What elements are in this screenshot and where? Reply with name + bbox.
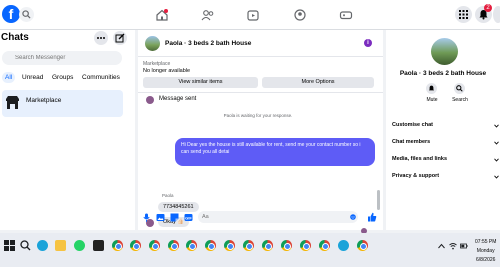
clock-day: Monday bbox=[476, 248, 495, 254]
chevron-down-icon[interactable] bbox=[494, 175, 499, 179]
svg-text:GIF: GIF bbox=[185, 216, 192, 221]
customise-chat-section[interactable]: Customise chat bbox=[392, 122, 433, 128]
chrome-icon[interactable] bbox=[168, 240, 179, 251]
chrome-icon[interactable] bbox=[243, 240, 254, 251]
top-navigation-bar: f 2 bbox=[0, 0, 500, 30]
wifi-icon[interactable] bbox=[449, 242, 457, 250]
conversation-header: Paola · 3 beds 2 bath House i bbox=[138, 30, 383, 57]
app-icon[interactable] bbox=[93, 240, 104, 251]
scrollbar-thumb[interactable] bbox=[377, 190, 380, 210]
windows-start-icon[interactable] bbox=[4, 240, 15, 251]
chevron-down-icon[interactable] bbox=[494, 158, 499, 162]
chat-members-section[interactable]: Chat members bbox=[392, 139, 430, 145]
chats-title: Chats bbox=[1, 32, 29, 43]
watch-icon[interactable] bbox=[246, 9, 260, 21]
chrome-icon[interactable] bbox=[205, 240, 216, 251]
chrome-icon[interactable] bbox=[262, 240, 273, 251]
thumbs-up-icon[interactable] bbox=[367, 212, 377, 222]
search-icon[interactable] bbox=[20, 240, 31, 251]
filter-all[interactable]: All bbox=[2, 72, 16, 83]
divider bbox=[138, 92, 383, 93]
search-conversation-button[interactable] bbox=[454, 83, 465, 94]
chevron-down-icon[interactable] bbox=[494, 141, 499, 145]
gaming-icon[interactable] bbox=[339, 9, 353, 21]
new-message-button[interactable] bbox=[113, 31, 127, 45]
edge-browser-icon[interactable] bbox=[338, 240, 349, 251]
chrome-icon[interactable] bbox=[130, 240, 141, 251]
filter-communities[interactable]: Communities bbox=[82, 74, 120, 81]
marketplace-store-icon bbox=[6, 96, 19, 109]
search-icon bbox=[22, 10, 31, 19]
facebook-logo[interactable]: f bbox=[2, 5, 20, 23]
conversation-panel: Paola · 3 beds 2 bath House i Marketplac… bbox=[138, 30, 383, 234]
chrome-icon[interactable] bbox=[319, 240, 330, 251]
microphone-icon[interactable] bbox=[143, 213, 150, 222]
chat-details-panel: Paola · 3 beds 2 bath House Mute Search … bbox=[386, 30, 500, 230]
file-explorer-icon[interactable] bbox=[55, 240, 66, 251]
chrome-icon[interactable] bbox=[149, 240, 160, 251]
sticker-icon[interactable] bbox=[170, 213, 179, 222]
filter-groups[interactable]: Groups bbox=[52, 74, 73, 81]
marketplace-chat-item[interactable]: Marketplace bbox=[2, 90, 123, 117]
home-notification-dot bbox=[164, 9, 168, 13]
chevron-down-icon[interactable] bbox=[494, 124, 499, 128]
marketplace-caption: Marketplace bbox=[143, 61, 171, 67]
listing-profile-photo[interactable] bbox=[431, 38, 458, 65]
outgoing-message-bubble[interactable]: Hi Dear yes the house is still available… bbox=[175, 138, 375, 166]
privacy-support-section[interactable]: Privacy & support bbox=[392, 173, 439, 179]
sender-name: Paola bbox=[162, 193, 174, 198]
notification-badge: 2 bbox=[484, 4, 492, 12]
mute-button[interactable] bbox=[426, 83, 437, 94]
search-button[interactable] bbox=[19, 7, 34, 22]
message-input[interactable] bbox=[198, 211, 358, 223]
incoming-message-bubble[interactable]: 7734845261 bbox=[158, 202, 199, 212]
search-icon bbox=[456, 85, 463, 92]
chat-options-button[interactable] bbox=[94, 31, 108, 45]
search-messenger-input[interactable] bbox=[2, 51, 122, 65]
chevron-up-icon[interactable] bbox=[438, 243, 445, 249]
conversation-title[interactable]: Paola · 3 beds 2 bath House bbox=[165, 40, 251, 47]
media-files-links-section[interactable]: Media, files and links bbox=[392, 156, 447, 162]
mute-label: Mute bbox=[426, 97, 438, 103]
grid-menu-icon bbox=[459, 10, 468, 19]
listing-avatar[interactable] bbox=[145, 36, 160, 51]
view-similar-items-button[interactable]: View similar items bbox=[143, 77, 258, 88]
emoji-icon[interactable] bbox=[350, 214, 356, 220]
chrome-icon[interactable] bbox=[357, 240, 368, 251]
waiting-response-text: Paola is waiting for your response. bbox=[223, 113, 293, 118]
chrome-icon[interactable] bbox=[186, 240, 197, 251]
marketplace-label: Marketplace bbox=[26, 97, 62, 104]
clock-time: 07:55 PM bbox=[475, 239, 497, 245]
details-title: Paola · 3 beds 2 bath House bbox=[399, 70, 487, 77]
gif-icon[interactable]: GIF bbox=[184, 213, 193, 222]
account-avatar[interactable] bbox=[493, 6, 500, 23]
more-options-button[interactable]: More Options bbox=[262, 77, 374, 88]
clock-date: 6/8/2026 bbox=[475, 257, 496, 263]
more-dots-icon bbox=[97, 37, 105, 39]
chats-panel: Chats All Unread Groups Communities Mark… bbox=[0, 30, 135, 230]
gallery-icon[interactable] bbox=[156, 213, 165, 222]
chrome-icon[interactable] bbox=[281, 240, 292, 251]
sender-avatar bbox=[146, 96, 154, 104]
profile-icon[interactable] bbox=[293, 9, 307, 21]
friends-icon[interactable] bbox=[201, 9, 215, 21]
filter-unread[interactable]: Unread bbox=[22, 74, 43, 81]
edge-browser-icon[interactable] bbox=[37, 240, 48, 251]
compose-icon bbox=[115, 33, 125, 43]
chrome-icon[interactable] bbox=[300, 240, 311, 251]
taskbar: 07:55 PM Monday 6/8/2026 bbox=[0, 233, 500, 267]
menu-button[interactable] bbox=[455, 6, 472, 23]
search-label: Search bbox=[452, 97, 468, 103]
chrome-icon[interactable] bbox=[224, 240, 235, 251]
battery-icon[interactable] bbox=[460, 242, 468, 250]
chrome-icon[interactable] bbox=[112, 240, 123, 251]
system-clock[interactable]: 07:55 PM Monday 6/8/2026 bbox=[475, 239, 496, 263]
info-icon[interactable]: i bbox=[364, 39, 372, 47]
whatsapp-icon[interactable] bbox=[74, 240, 85, 251]
message-sent-text: Message sent bbox=[159, 96, 197, 102]
listing-availability: No longer available bbox=[143, 68, 191, 74]
bell-icon bbox=[428, 85, 435, 91]
